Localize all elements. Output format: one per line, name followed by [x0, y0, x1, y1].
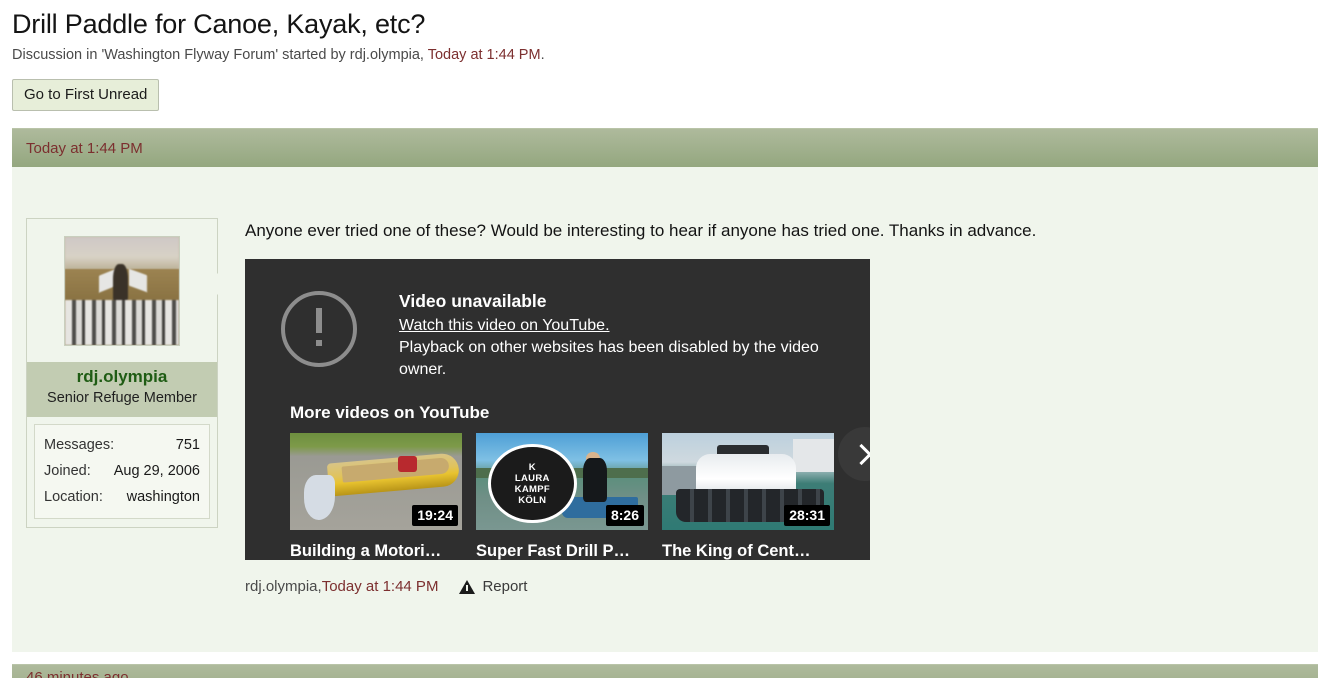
- thread-meta: Discussion in 'Washington Flyway Forum' …: [12, 45, 1318, 65]
- paddle-blade-shape: [303, 474, 335, 521]
- building-shape: [792, 438, 834, 472]
- video-card[interactable]: K LAURA KAMPF KÖLN 8:26 Super Fast Drill…: [476, 433, 648, 560]
- more-videos-heading: More videos on YouTube: [290, 403, 490, 422]
- user-stat-key: Messages:: [44, 437, 115, 453]
- person-shape: [582, 458, 607, 502]
- video-duration-badge: 8:26: [605, 505, 644, 526]
- user-stat-row: Joined: Aug 29, 2006: [44, 458, 200, 484]
- post-footer-time-link[interactable]: Today at 1:44 PM: [322, 578, 439, 595]
- logo-line-3: KAMPF: [514, 483, 550, 495]
- video-title[interactable]: Super Fast Drill P…: [476, 540, 648, 560]
- username-link[interactable]: rdj.olympia: [33, 366, 211, 388]
- youtube-error-text: Video unavailable Watch this video on Yo…: [399, 289, 819, 381]
- youtube-error-detail: Playback on other websites has been disa…: [399, 339, 819, 378]
- motor-shape: [398, 456, 418, 472]
- post-date-bar: Today at 1:44 PM: [12, 128, 1318, 167]
- post-footer-author[interactable]: rdj.olympia,: [245, 578, 322, 595]
- video-duration-badge: 28:31: [784, 505, 830, 526]
- panel-pointer: [217, 273, 228, 295]
- post-footer: rdj.olympia, Today at 1:44 PM Report: [245, 578, 1318, 595]
- video-thumbnail[interactable]: 28:31: [662, 433, 834, 530]
- thread-meta-prefix: Discussion in 'Washington Flyway Forum' …: [12, 47, 428, 63]
- post-container: Today at 1:44 PM rdj.olympia Senior Refu…: [12, 128, 1318, 652]
- thread-header: Drill Paddle for Canoe, Kayak, etc? Disc…: [0, 0, 1318, 111]
- user-stat-row: Messages: 751: [44, 432, 200, 458]
- next-post-date-bar: 46 minutes ago: [12, 664, 1318, 678]
- post-message-area: Anyone ever tried one of these? Would be…: [245, 167, 1318, 560]
- user-identity-block: rdj.olympia Senior Refuge Member: [27, 362, 217, 417]
- page-title: Drill Paddle for Canoe, Kayak, etc?: [12, 9, 426, 39]
- user-stat-row: Location: washington: [44, 484, 200, 510]
- channel-logo: K LAURA KAMPF KÖLN: [488, 443, 577, 524]
- youtube-error-title: Video unavailable: [399, 291, 547, 311]
- thread-start-time-link[interactable]: Today at 1:44 PM: [428, 47, 541, 63]
- logo-line-2: LAURA: [514, 472, 550, 484]
- user-stats-block: Messages: 751 Joined: Aug 29, 2006 Locat…: [34, 424, 210, 519]
- thread-page: Drill Paddle for Canoe, Kayak, etc? Disc…: [0, 0, 1318, 678]
- watch-on-youtube-link[interactable]: Watch this video on YouTube.: [399, 314, 819, 337]
- next-post-date-link[interactable]: 46 minutes ago: [26, 669, 129, 678]
- video-card[interactable]: 28:31 The King of Cent… 3.1M views: [662, 433, 834, 560]
- alert-circle-icon: [281, 291, 357, 367]
- report-button[interactable]: Report: [459, 578, 527, 595]
- video-title[interactable]: Building a Motori…: [290, 540, 462, 560]
- logo-line-1: K: [528, 461, 536, 473]
- post-body: rdj.olympia Senior Refuge Member Message…: [12, 167, 1318, 652]
- post-user-panel: rdj.olympia Senior Refuge Member Message…: [26, 218, 229, 528]
- avatar-hunter: [112, 264, 128, 301]
- avatar[interactable]: [64, 236, 180, 346]
- video-duration-badge: 19:24: [412, 505, 458, 526]
- video-thumbnail[interactable]: 19:24: [290, 433, 462, 530]
- youtube-embed: Video unavailable Watch this video on Yo…: [245, 259, 870, 560]
- post-date-link[interactable]: Today at 1:44 PM: [26, 140, 143, 157]
- avatar-waterfowl-row: [65, 299, 179, 345]
- user-stat-key: Joined:: [44, 463, 91, 479]
- video-card[interactable]: 19:24 Building a Motori… 371K views: [290, 433, 462, 560]
- post-message-text: Anyone ever tried one of these? Would be…: [245, 221, 1037, 240]
- report-label: Report: [482, 578, 528, 595]
- user-stat-key: Location:: [44, 489, 103, 505]
- thread-meta-suffix: .: [540, 47, 545, 63]
- user-stat-value: washington: [126, 489, 200, 505]
- user-stat-value: 751: [175, 437, 200, 453]
- video-thumbnail[interactable]: K LAURA KAMPF KÖLN 8:26: [476, 433, 648, 530]
- video-title[interactable]: The King of Cent…: [662, 540, 834, 560]
- user-stat-value: Aug 29, 2006: [113, 463, 200, 479]
- logo-line-4: KÖLN: [518, 494, 547, 506]
- user-title: Senior Refuge Member: [47, 390, 197, 406]
- youtube-error-block: Video unavailable Watch this video on Yo…: [245, 259, 870, 381]
- warning-triangle-icon: [459, 579, 476, 594]
- go-to-first-unread-button[interactable]: Go to First Unread: [12, 79, 160, 111]
- avatar-container: [27, 219, 217, 362]
- youtube-card-list: 19:24 Building a Motori… 371K views: [290, 433, 870, 560]
